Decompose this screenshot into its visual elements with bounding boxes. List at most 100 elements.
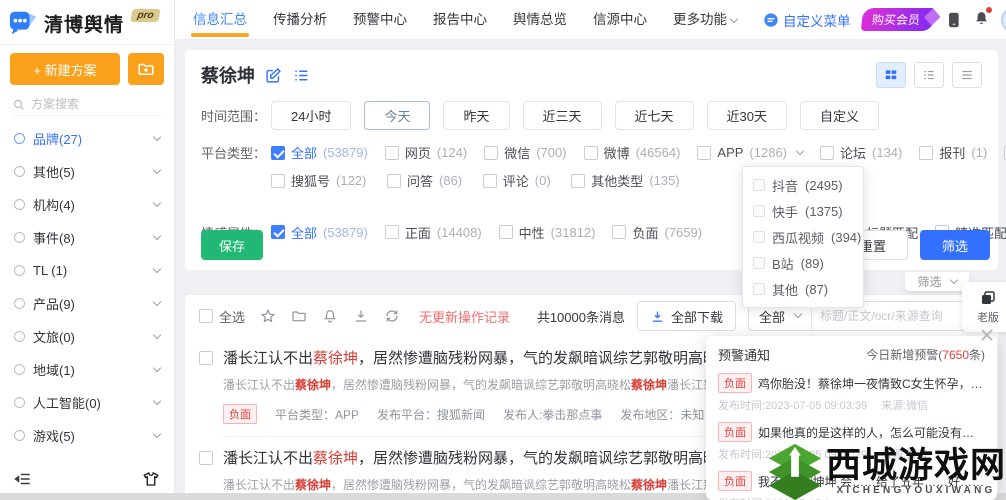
sidebar-item-event[interactable]: 事件(8) [0, 221, 174, 254]
platform-forum-checkbox[interactable]: 论坛 (134) [820, 143, 902, 162]
new-plan-button[interactable]: + 新建方案 [10, 53, 120, 85]
tab-alert-center[interactable]: 预警中心 [353, 0, 407, 40]
download-all-button[interactable]: 全部下载 [636, 301, 736, 331]
platform-type-row2: 搜狐号 (122) 问答 (86) 评论 (0) 其他类型 (135) [201, 171, 982, 191]
avatar[interactable] [1000, 6, 1006, 33]
time-24h-button[interactable]: 24小时 [271, 101, 352, 130]
select-all-checkbox[interactable]: 全选 [199, 307, 245, 326]
close-icon[interactable] [980, 328, 994, 342]
chevron-down-icon [152, 264, 162, 273]
platform-press-checkbox[interactable]: 报刊 (1) [919, 143, 987, 162]
sentiment-negative-checkbox[interactable]: 负面 (7659) [612, 223, 702, 242]
sentiment-positive-checkbox[interactable]: 正面 (14408) [384, 223, 482, 242]
tab-overview[interactable]: 舆情总览 [513, 0, 567, 40]
theme-shirt-icon[interactable] [142, 470, 160, 488]
platform-souhu-checkbox[interactable]: 搜狐号 (122) [271, 171, 366, 190]
notifications-bell[interactable] [973, 6, 992, 31]
logo: 清博舆情 pro [0, 0, 174, 45]
sentiment-badge: 负面 [223, 404, 257, 424]
chevron-down-icon [729, 14, 739, 23]
platform-comment-checkbox[interactable]: 评论 (0) [482, 171, 551, 190]
sidebar-item-brand[interactable]: 品牌(27) [0, 122, 174, 155]
time-7days-button[interactable]: 近七天 [614, 101, 694, 130]
tab-report-center[interactable]: 报告中心 [433, 0, 487, 40]
collapse-sidebar-icon[interactable] [14, 470, 32, 488]
search-icon [13, 99, 24, 110]
view-toggle-card[interactable] [876, 62, 906, 88]
alert-summary: 今日新增预警(7650条) [866, 348, 985, 362]
update-log-link[interactable]: 无更新操作记录 [419, 307, 510, 326]
chevron-down-icon [152, 198, 162, 207]
chevron-down-icon [152, 429, 162, 438]
checkbox-icon[interactable] [199, 451, 213, 465]
checkbox-icon [199, 309, 213, 323]
result-search-input[interactable] [812, 309, 954, 323]
alert-item[interactable]: 负面鸡你胎没！蔡徐坤一夜情致C女生怀孕，不雅视频曝光！ 发布时间:2023-07… [718, 373, 985, 413]
sidebar-item-org[interactable]: 机构(4) [0, 188, 174, 221]
download-icon[interactable] [353, 308, 369, 324]
folder-add-button[interactable] [128, 53, 164, 85]
sidebar-item-region[interactable]: 地域(1) [0, 353, 174, 386]
platform-wechat-checkbox[interactable]: 微信 (700) [484, 143, 567, 162]
star-icon[interactable] [260, 308, 276, 324]
checkbox-icon [498, 225, 513, 239]
video-xigua-option[interactable]: 西瓜视频 (394) [743, 224, 863, 250]
buy-vip-badge[interactable]: 购买会员 [860, 8, 935, 31]
sidebar-item-culture[interactable]: 文旅(0) [0, 320, 174, 353]
platform-app-checkbox[interactable]: APP (1286) [697, 145, 805, 160]
tab-info-summary[interactable]: 信息汇总 [191, 0, 249, 40]
sidebar-item-game[interactable]: 游戏(5) [0, 419, 174, 452]
platform-web-checkbox[interactable]: 网页 (124) [384, 143, 467, 162]
view-toggle-list[interactable] [914, 62, 944, 88]
refresh-icon[interactable] [384, 308, 400, 324]
time-yesterday-button[interactable]: 昨天 [443, 101, 510, 130]
sentiment-all-checkbox[interactable]: 全部 (53879) [271, 223, 368, 242]
app-title: 清博舆情 [44, 14, 125, 36]
top-nav: 信息汇总 传播分析 预警中心 报告中心 舆情总览 信源中心 更多功能 自定义菜单… [175, 0, 1006, 40]
platform-qa-checkbox[interactable]: 问答 (86) [387, 171, 462, 190]
tab-source-center[interactable]: 信源中心 [593, 0, 647, 40]
alert-bell-icon[interactable] [322, 308, 338, 324]
filter-collapse-tab[interactable]: 筛选 [905, 272, 969, 291]
custom-menu-button[interactable]: 自定义菜单 [763, 10, 851, 30]
plan-search-input[interactable] [31, 97, 141, 111]
chevron-down-icon [152, 132, 162, 141]
sidebar-item-other[interactable]: 其他(5) [0, 155, 174, 188]
time-3days-button[interactable]: 近三天 [522, 101, 602, 130]
chevron-down-icon [152, 330, 162, 339]
checkbox-icon [753, 283, 765, 295]
tab-more-functions[interactable]: 更多功能 [673, 0, 739, 40]
old-version-button[interactable]: 老版 [962, 282, 1006, 332]
platform-weibo-checkbox[interactable]: 微博 (46564) [583, 143, 680, 162]
radio-icon [14, 397, 25, 408]
video-platform-dropdown: 抖音 (2495) 快手 (1375) 西瓜视频 (394) B站 (89) 其他 (87… [742, 166, 864, 308]
edit-icon[interactable] [265, 67, 282, 84]
radio-icon [14, 331, 25, 342]
sidebar-item-product[interactable]: 产品(9) [0, 287, 174, 320]
sentiment-neutral-checkbox[interactable]: 中性 (31812) [498, 223, 595, 242]
checkbox-icon [384, 225, 399, 239]
sidebar-item-ai[interactable]: 人工智能(0) [0, 386, 174, 419]
keyword-list-icon[interactable] [292, 67, 310, 84]
time-today-button[interactable]: 今天 [364, 101, 431, 130]
view-toggle-compact[interactable] [952, 62, 982, 88]
radio-icon [14, 232, 25, 243]
chevron-down-icon[interactable] [795, 146, 805, 155]
video-bilibili-option[interactable]: B站 (89) [743, 250, 863, 276]
video-other-option[interactable]: 其他 (87) [743, 276, 863, 302]
video-kuaishou-option[interactable]: 快手 (1375) [743, 198, 863, 224]
mobile-app-icon[interactable] [945, 10, 962, 30]
platform-othertype-checkbox[interactable]: 其他类型 (135) [571, 171, 680, 190]
save-button[interactable]: 保存 [201, 230, 263, 260]
video-douyin-option[interactable]: 抖音 (2495) [743, 172, 863, 198]
checkbox-icon[interactable] [199, 351, 213, 365]
main-content: 蔡徐坤 时间范围： 24小时 今天 昨天 近三天 近七天 近30天 自定义 平台… [175, 40, 1006, 500]
platform-all-checkbox[interactable]: 全部 (53879) [271, 143, 368, 162]
checkbox-icon [583, 145, 598, 160]
tab-spread-analysis[interactable]: 传播分析 [273, 0, 327, 40]
folder-icon[interactable] [291, 308, 307, 324]
sidebar-item-tl[interactable]: TL (1) [0, 254, 174, 287]
time-30days-button[interactable]: 近30天 [706, 101, 787, 130]
time-custom-button[interactable]: 自定义 [800, 101, 880, 130]
filter-apply-button[interactable]: 筛选 [920, 230, 990, 260]
